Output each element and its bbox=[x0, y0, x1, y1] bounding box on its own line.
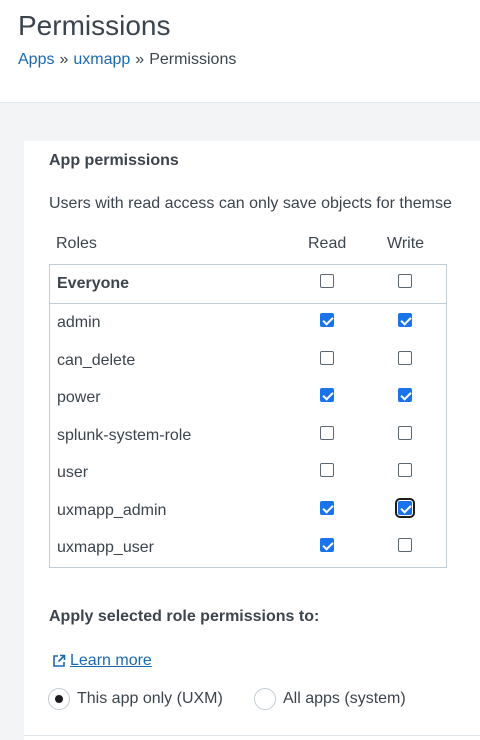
page-title: Permissions bbox=[18, 10, 171, 41]
permission-row: can_delete bbox=[50, 342, 446, 379]
role-name: power bbox=[57, 389, 101, 406]
breadcrumb-uxmapp-link[interactable]: uxmapp bbox=[73, 51, 130, 68]
role-name: uxmapp_admin bbox=[57, 501, 167, 519]
write-checkbox[interactable] bbox=[395, 497, 415, 518]
breadcrumb-apps-link[interactable]: Apps bbox=[18, 51, 54, 68]
read-checkbox[interactable] bbox=[320, 463, 334, 477]
radio-this-app-only-label: This app only (UXM) bbox=[77, 690, 223, 707]
page-header: Permissions Apps» uxmapp» Permissions bbox=[0, 0, 480, 103]
role-name: uxmapp_user bbox=[57, 539, 154, 556]
app-permissions-title: App permissions bbox=[49, 152, 179, 169]
write-checkbox[interactable] bbox=[398, 463, 412, 477]
read-checkbox[interactable] bbox=[320, 388, 334, 402]
write-checkbox[interactable] bbox=[398, 350, 412, 365]
learn-more-link[interactable]: Learn more bbox=[52, 652, 152, 670]
role-name: can_delete bbox=[57, 351, 136, 369]
breadcrumb-current: Permissions bbox=[149, 51, 237, 68]
breadcrumb-separator: » bbox=[59, 51, 69, 68]
breadcrumb: Apps» uxmapp» Permissions bbox=[18, 51, 236, 69]
apply-permissions-title: Apply selected role permissions to: bbox=[49, 608, 320, 625]
read-checkbox[interactable] bbox=[320, 274, 334, 288]
divider bbox=[24, 735, 480, 736]
external-link-icon bbox=[53, 654, 66, 667]
permission-row: power bbox=[50, 379, 446, 416]
read-checkbox[interactable] bbox=[320, 425, 334, 440]
read-column-header: Read bbox=[308, 235, 347, 252]
read-checkbox[interactable] bbox=[320, 350, 334, 365]
permission-row: uxmapp_user bbox=[50, 529, 446, 566]
roles-column-header: Roles bbox=[56, 235, 97, 252]
write-checkbox[interactable] bbox=[398, 274, 412, 288]
read-checkbox[interactable] bbox=[320, 538, 334, 552]
role-name: admin bbox=[57, 314, 101, 331]
permission-row: Everyone bbox=[50, 265, 446, 304]
write-checkbox[interactable] bbox=[398, 313, 412, 327]
role-name: splunk-system-role bbox=[57, 426, 192, 444]
breadcrumb-separator: » bbox=[135, 51, 145, 68]
app-permissions-description: Users with read access can only save obj… bbox=[49, 195, 452, 212]
permission-row: user bbox=[50, 454, 446, 491]
radio-all-apps[interactable]: All apps (system) bbox=[254, 688, 406, 710]
radio-unselected-icon[interactable] bbox=[254, 688, 276, 710]
permission-row: uxmapp_admin bbox=[50, 492, 446, 529]
read-checkbox[interactable] bbox=[320, 313, 334, 327]
radio-all-apps-label: All apps (system) bbox=[283, 690, 406, 707]
learn-more-label: Learn more bbox=[70, 652, 152, 669]
write-checkbox[interactable] bbox=[398, 425, 412, 440]
role-name: user bbox=[57, 464, 89, 481]
write-column-header: Write bbox=[387, 235, 425, 252]
write-checkbox[interactable] bbox=[398, 388, 412, 402]
radio-selected-icon[interactable] bbox=[48, 688, 70, 710]
permissions-table: Everyone admin can_deletepower splunk-syste… bbox=[49, 264, 447, 568]
role-name: Everyone bbox=[57, 275, 130, 292]
permission-row: splunk-system-role bbox=[50, 417, 446, 454]
write-checkbox[interactable] bbox=[398, 538, 412, 552]
permission-row: admin bbox=[50, 304, 446, 341]
read-checkbox[interactable] bbox=[320, 500, 334, 515]
radio-this-app-only[interactable]: This app only (UXM) bbox=[48, 688, 223, 710]
